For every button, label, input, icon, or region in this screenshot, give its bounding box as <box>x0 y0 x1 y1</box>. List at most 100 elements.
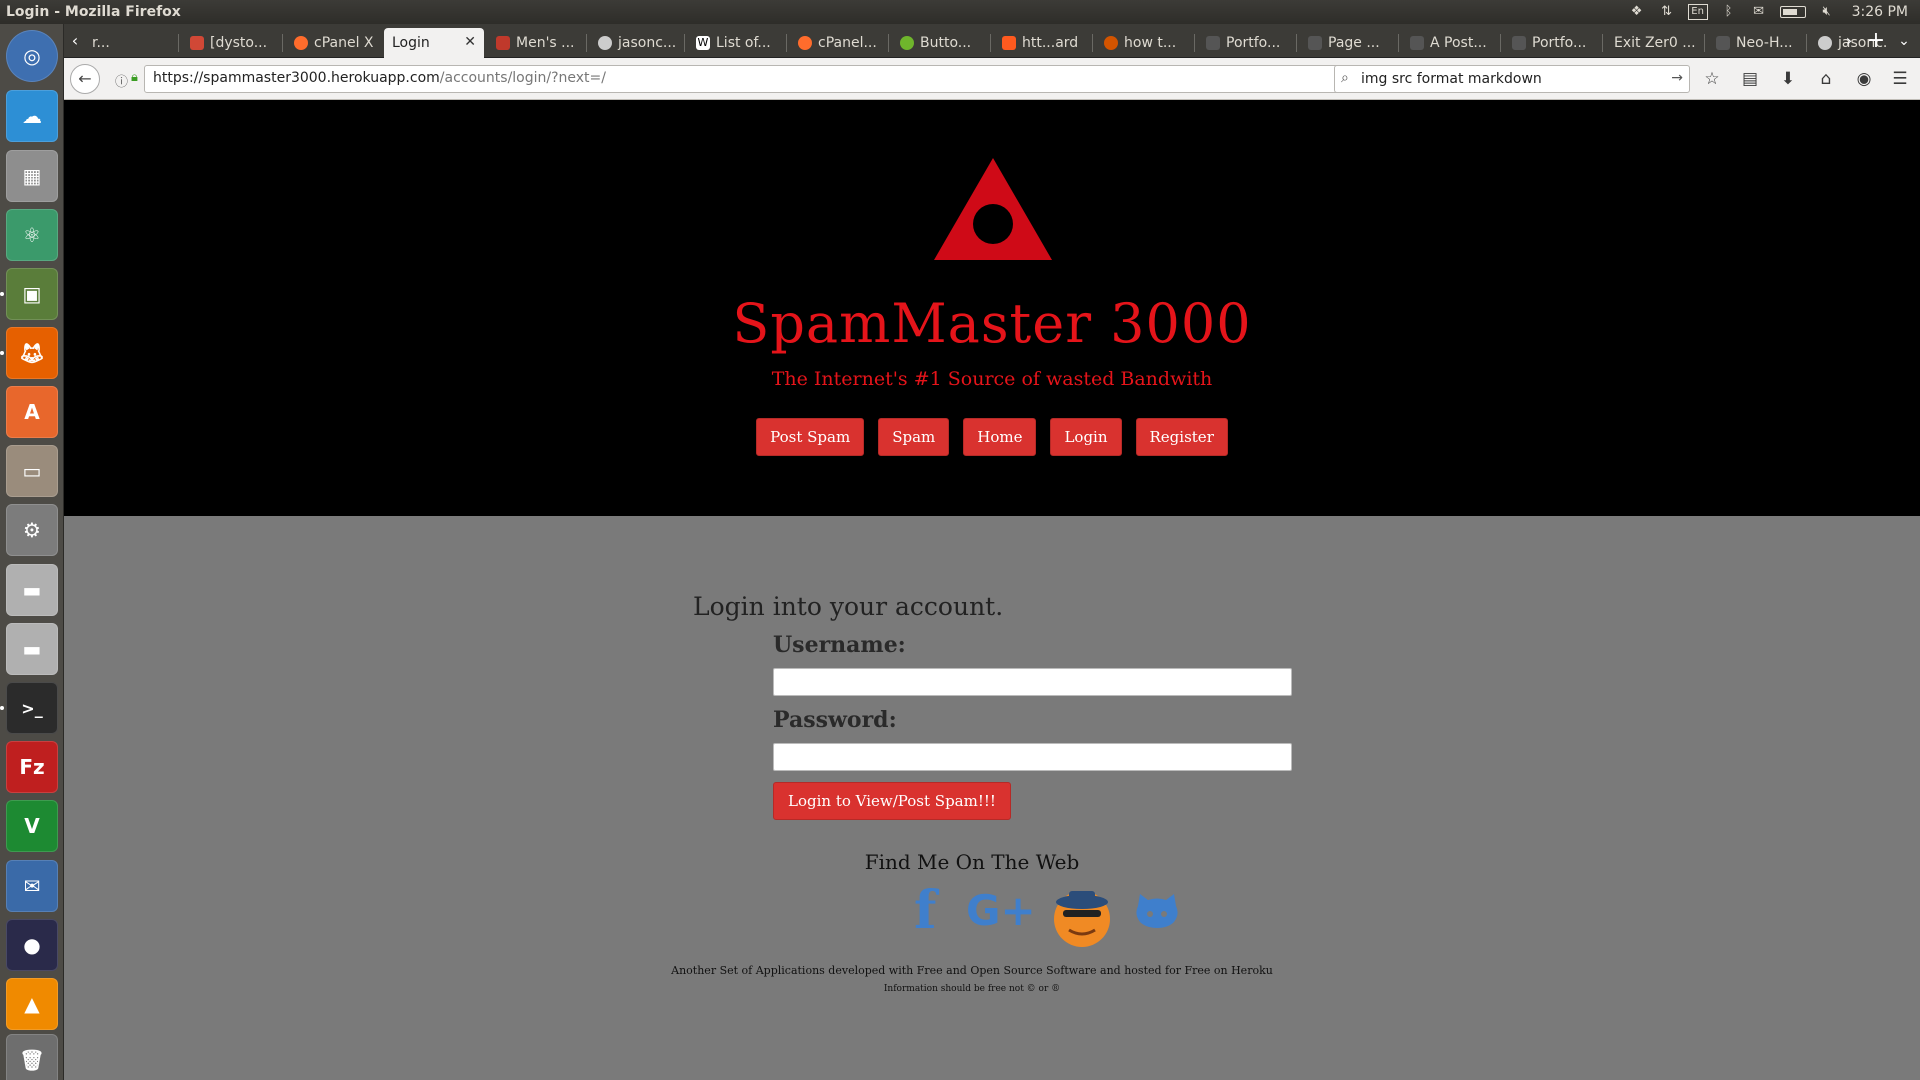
tab[interactable]: Neo-H... <box>1708 28 1804 58</box>
atom-icon[interactable]: ⚛ <box>6 209 58 261</box>
tab-label: r... <box>92 35 110 51</box>
tab-label: htt...ard <box>1022 35 1079 51</box>
page-content: SpamMaster 3000 The Internet's #1 Source… <box>64 100 1920 1080</box>
color-balls-icon[interactable]: ● <box>6 919 58 971</box>
blank-tab-icon <box>1308 36 1322 50</box>
login-heading: Login into your account. <box>693 592 1004 621</box>
tab[interactable]: cPanel X <box>286 28 378 58</box>
tab-label: [dysto... <box>210 35 268 51</box>
username-field[interactable] <box>773 668 1292 696</box>
vlc-icon[interactable]: ▲ <box>6 978 58 1030</box>
password-label: Password: <box>773 707 897 733</box>
files-icon[interactable]: ▭ <box>6 445 58 497</box>
trash-icon[interactable]: 🗑︎ <box>6 1034 58 1080</box>
post-spam-button[interactable]: Post Spam <box>756 418 865 456</box>
tab-label: Login <box>392 35 430 51</box>
tab[interactable]: [dysto... <box>182 28 280 58</box>
lock-icon[interactable]: 🔒︎ <box>131 70 138 85</box>
tab[interactable]: jasonc... <box>590 28 682 58</box>
tab[interactable]: how t... <box>1096 28 1192 58</box>
tab[interactable]: Portfo... <box>1504 28 1600 58</box>
password-field[interactable] <box>773 743 1292 771</box>
tab-scroll-right-icon[interactable]: › <box>1840 24 1858 58</box>
bluetooth-icon[interactable]: ᛒ <box>1720 4 1738 20</box>
footer-copyright: Information should be free not © or ® <box>883 984 1061 994</box>
tab[interactable]: cPanel... <box>790 28 886 58</box>
keyboard-layout-indicator[interactable]: En <box>1687 4 1708 20</box>
dropbox-icon[interactable]: ❖ <box>1628 4 1646 20</box>
register-button[interactable]: Register <box>1135 418 1228 456</box>
pocket-icon[interactable]: ◉ <box>1852 67 1876 91</box>
search-bar[interactable]: ⌕ img src format markdown → <box>1334 65 1690 93</box>
tab-label: Butto... <box>920 35 972 51</box>
tab-label: Portfo... <box>1532 35 1587 51</box>
facebook-icon[interactable]: f <box>914 880 936 941</box>
tab-active[interactable]: Login ✕ <box>384 28 484 58</box>
hamburger-menu-icon[interactable]: ☰ <box>1888 67 1912 91</box>
ubuntu-dash-icon[interactable]: ◎ <box>6 30 58 82</box>
tab-label: A Post... <box>1430 35 1487 51</box>
login-submit-button[interactable]: Login to View/Post Spam!!! <box>773 782 1011 820</box>
tab[interactable]: htt...ard <box>994 28 1090 58</box>
tab-scroll-left-icon[interactable]: ‹ <box>66 24 84 58</box>
footer-text: Another Set of Applications developed wi… <box>671 964 1273 977</box>
google-plus-icon[interactable]: G+ <box>966 886 1036 935</box>
reading-list-icon[interactable]: ▤ <box>1738 67 1762 91</box>
bookmark-star-icon[interactable]: ☆ <box>1700 67 1724 91</box>
gmail-icon <box>190 36 204 50</box>
running-indicator <box>0 706 4 710</box>
drive-icon[interactable]: ▬ <box>6 564 58 616</box>
cloud-icon[interactable]: ☁ <box>6 90 58 142</box>
firefox-icon[interactable]: 🦊︎ <box>6 327 58 379</box>
filezilla-icon[interactable]: Fz <box>6 741 58 793</box>
url-text[interactable]: https://spammaster3000.herokuapp.com/acc… <box>153 70 606 86</box>
url-host: https://spammaster3000.herokuapp.com <box>153 70 440 86</box>
close-tab-icon[interactable]: ✕ <box>464 28 476 56</box>
drive-icon-2[interactable]: ▬ <box>6 623 58 675</box>
network-icon[interactable]: ⇅ <box>1658 4 1676 20</box>
vim-icon[interactable]: V <box>6 800 58 852</box>
mail-icon[interactable]: ✉ <box>1750 4 1768 20</box>
battery-icon[interactable] <box>1779 6 1806 18</box>
tab-label: cPanel X <box>314 35 374 51</box>
clock[interactable]: 3:26 PM <box>1852 0 1908 24</box>
launcher: ◎ ☁ ▦ ⚛ ▣ 🦊︎ A ▭ ⚙ ▬ ▬ >_ Fz V ✉ ● ▲ 🗑︎ <box>0 24 64 1080</box>
back-button[interactable]: ← <box>70 64 100 94</box>
software-center-icon[interactable]: A <box>6 386 58 438</box>
github-icon[interactable] <box>1134 890 1180 930</box>
site-title: SpamMaster 3000 <box>732 292 1252 355</box>
site-info-icon[interactable]: ⓘ <box>115 71 128 90</box>
home-button[interactable]: Home <box>963 418 1037 456</box>
social-links: f G+ <box>912 880 1178 950</box>
rubiks-cube-icon[interactable]: ▣ <box>6 268 58 320</box>
tab[interactable]: Portfo... <box>1198 28 1294 58</box>
tab[interactable]: Exit Zer0 ... <box>1606 28 1702 58</box>
thunderbird-icon[interactable]: ✉ <box>6 860 58 912</box>
terminal-icon[interactable]: >_ <box>6 682 58 734</box>
tab[interactable]: A Post... <box>1402 28 1498 58</box>
new-tab-icon[interactable]: + <box>1864 24 1888 58</box>
tab[interactable]: Page ... <box>1300 28 1396 58</box>
system-settings-icon[interactable]: ⚙ <box>6 504 58 556</box>
downloads-icon[interactable]: ⬇ <box>1776 67 1800 91</box>
home-icon[interactable]: ⌂ <box>1814 67 1838 91</box>
tab[interactable]: Butto... <box>892 28 988 58</box>
spam-button[interactable]: Spam <box>878 418 950 456</box>
search-go-icon[interactable]: → <box>1671 70 1683 86</box>
social-heading: Find Me On The Web <box>864 850 1080 874</box>
triangle-logo-icon <box>934 158 1052 260</box>
tab[interactable]: Men's ... <box>488 28 584 58</box>
search-input[interactable]: img src format markdown <box>1361 71 1542 87</box>
site-icon <box>900 36 914 50</box>
tab[interactable]: W List of... <box>688 28 784 58</box>
search-icon[interactable]: ⌕ <box>1341 70 1349 86</box>
login-button[interactable]: Login <box>1050 418 1122 456</box>
tab-list-icon[interactable]: ⌄ <box>1892 24 1916 58</box>
tab[interactable]: r... <box>84 28 176 58</box>
spy-mascot-icon[interactable] <box>1049 886 1115 948</box>
volume-muted-icon[interactable]: 🔇︎ <box>1818 4 1836 20</box>
url-bar[interactable]: ⓘ 🔒︎ https://spammaster3000.herokuapp.co… <box>115 65 1388 93</box>
calculator-icon[interactable]: ▦ <box>6 150 58 202</box>
tab-label: List of... <box>716 35 771 51</box>
site-icon <box>496 36 510 50</box>
